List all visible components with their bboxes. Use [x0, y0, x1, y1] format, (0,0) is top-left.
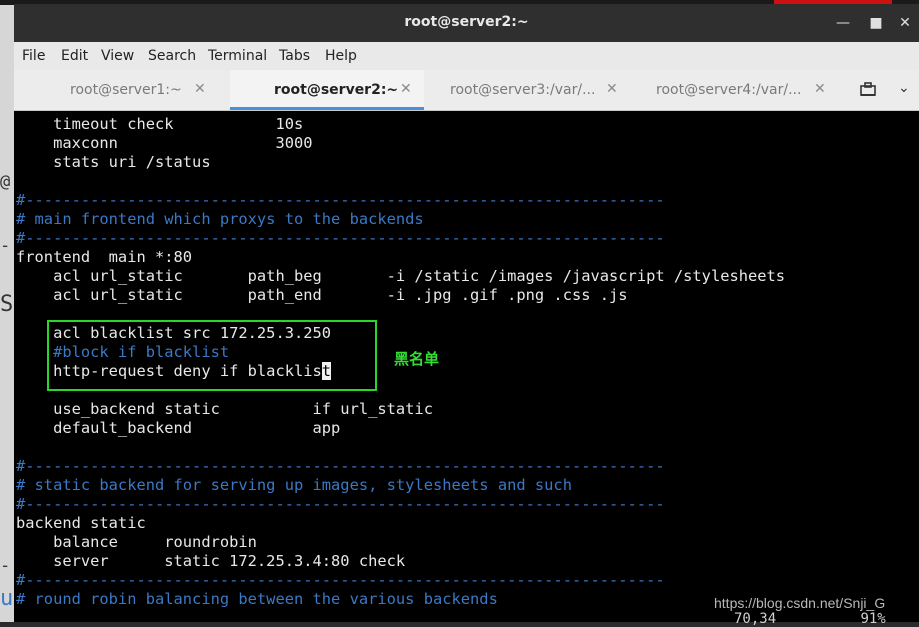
desktop-text-fragment: u [0, 586, 14, 611]
menu-search[interactable]: Search [148, 48, 196, 64]
terminal-line: #---------------------------------------… [16, 457, 665, 475]
tab-label: root@server2:~ [274, 82, 399, 98]
terminal-line: server static 172.25.3.4:80 check [16, 552, 406, 570]
tab-server2[interactable]: root@server2:~ ✕ [230, 70, 424, 110]
menu-terminal[interactable]: Terminal [208, 48, 267, 64]
menu-edit[interactable]: Edit [61, 48, 88, 64]
highlight-box [47, 320, 377, 391]
tab-close-icon[interactable]: ✕ [814, 81, 826, 97]
menu-help[interactable]: Help [325, 48, 357, 64]
terminal-line: #---------------------------------------… [16, 191, 665, 209]
terminal-line: frontend main *:80 [16, 248, 193, 266]
window-title: root@server2:~ [404, 14, 529, 30]
terminal-line: default_backend app [16, 419, 341, 437]
tab-close-icon[interactable]: ✕ [606, 81, 618, 97]
terminal-line: # main frontend which proxys to the back… [16, 210, 424, 228]
minimize-icon[interactable]: — [832, 12, 854, 34]
tab-label: root@server4:/var/... [656, 82, 802, 98]
tab-close-icon[interactable]: ✕ [400, 81, 412, 97]
tab-server1[interactable]: root@server1:~ ✕ [14, 70, 229, 110]
desktop-text-fragment: - [0, 556, 11, 576]
terminal-line: # round robin balancing between the vari… [16, 590, 498, 608]
desktop-text-fragment: - [0, 236, 11, 256]
title-bar[interactable]: root@server2:~ — ■ ✕ [14, 4, 919, 42]
terminal-line: # static backend for serving up images, … [16, 476, 572, 494]
terminal-window: root@server2:~ — ■ ✕ File Edit View Sear… [14, 4, 919, 627]
desktop-text-fragment: @ [0, 172, 11, 192]
terminal-line: backend static [16, 514, 146, 532]
new-tab-button[interactable] [854, 70, 884, 110]
terminal-line: stats uri /status [16, 153, 211, 171]
menu-bar: File Edit View Search Terminal Tabs Help [14, 42, 919, 70]
menu-view[interactable]: View [101, 48, 134, 64]
annotation-label: 黑名单 [394, 350, 440, 368]
tab-label: root@server1:~ [70, 82, 182, 98]
tab-server3[interactable]: root@server3:/var/... ✕ [426, 70, 626, 110]
tab-overflow-button[interactable]: ⌄ [894, 70, 916, 110]
tab-close-icon[interactable]: ✕ [194, 81, 206, 97]
maximize-icon[interactable]: ■ [865, 12, 887, 34]
terminal-line: #---------------------------------------… [16, 571, 665, 589]
terminal-output[interactable]: timeout check 10s maxconn 3000 stats uri… [14, 111, 919, 627]
terminal-line: #---------------------------------------… [16, 229, 665, 247]
vim-status: 70,34 91% [734, 611, 886, 627]
cursor-position: 70,34 [734, 611, 777, 627]
terminal-line: acl url_static path_end -i .jpg .gif .pn… [16, 286, 628, 304]
new-tab-icon [860, 82, 876, 96]
terminal-line: balance roundrobin [16, 533, 257, 551]
close-icon[interactable]: ✕ [894, 12, 916, 34]
watermark: https://blog.csdn.net/Snji_G [714, 595, 886, 611]
terminal-line: use_backend static if url_static [16, 400, 433, 418]
desktop-text-fragment: S [0, 292, 14, 317]
tab-label: root@server3:/var/... [450, 82, 596, 98]
tab-server4[interactable]: root@server4:/var/... ✕ [628, 70, 828, 110]
tab-bar: root@server1:~ ✕ root@server2:~ ✕ root@s… [14, 70, 919, 111]
terminal-line: maxconn 3000 [16, 134, 313, 152]
terminal-line: acl url_static path_beg -i /static /imag… [16, 267, 786, 285]
scroll-percent: 91% [860, 611, 886, 627]
menu-tabs[interactable]: Tabs [279, 48, 310, 64]
chevron-down-icon: ⌄ [898, 80, 910, 96]
terminal-line: timeout check 10s [16, 115, 304, 133]
menu-file[interactable]: File [22, 48, 45, 64]
terminal-line: #---------------------------------------… [16, 495, 665, 513]
